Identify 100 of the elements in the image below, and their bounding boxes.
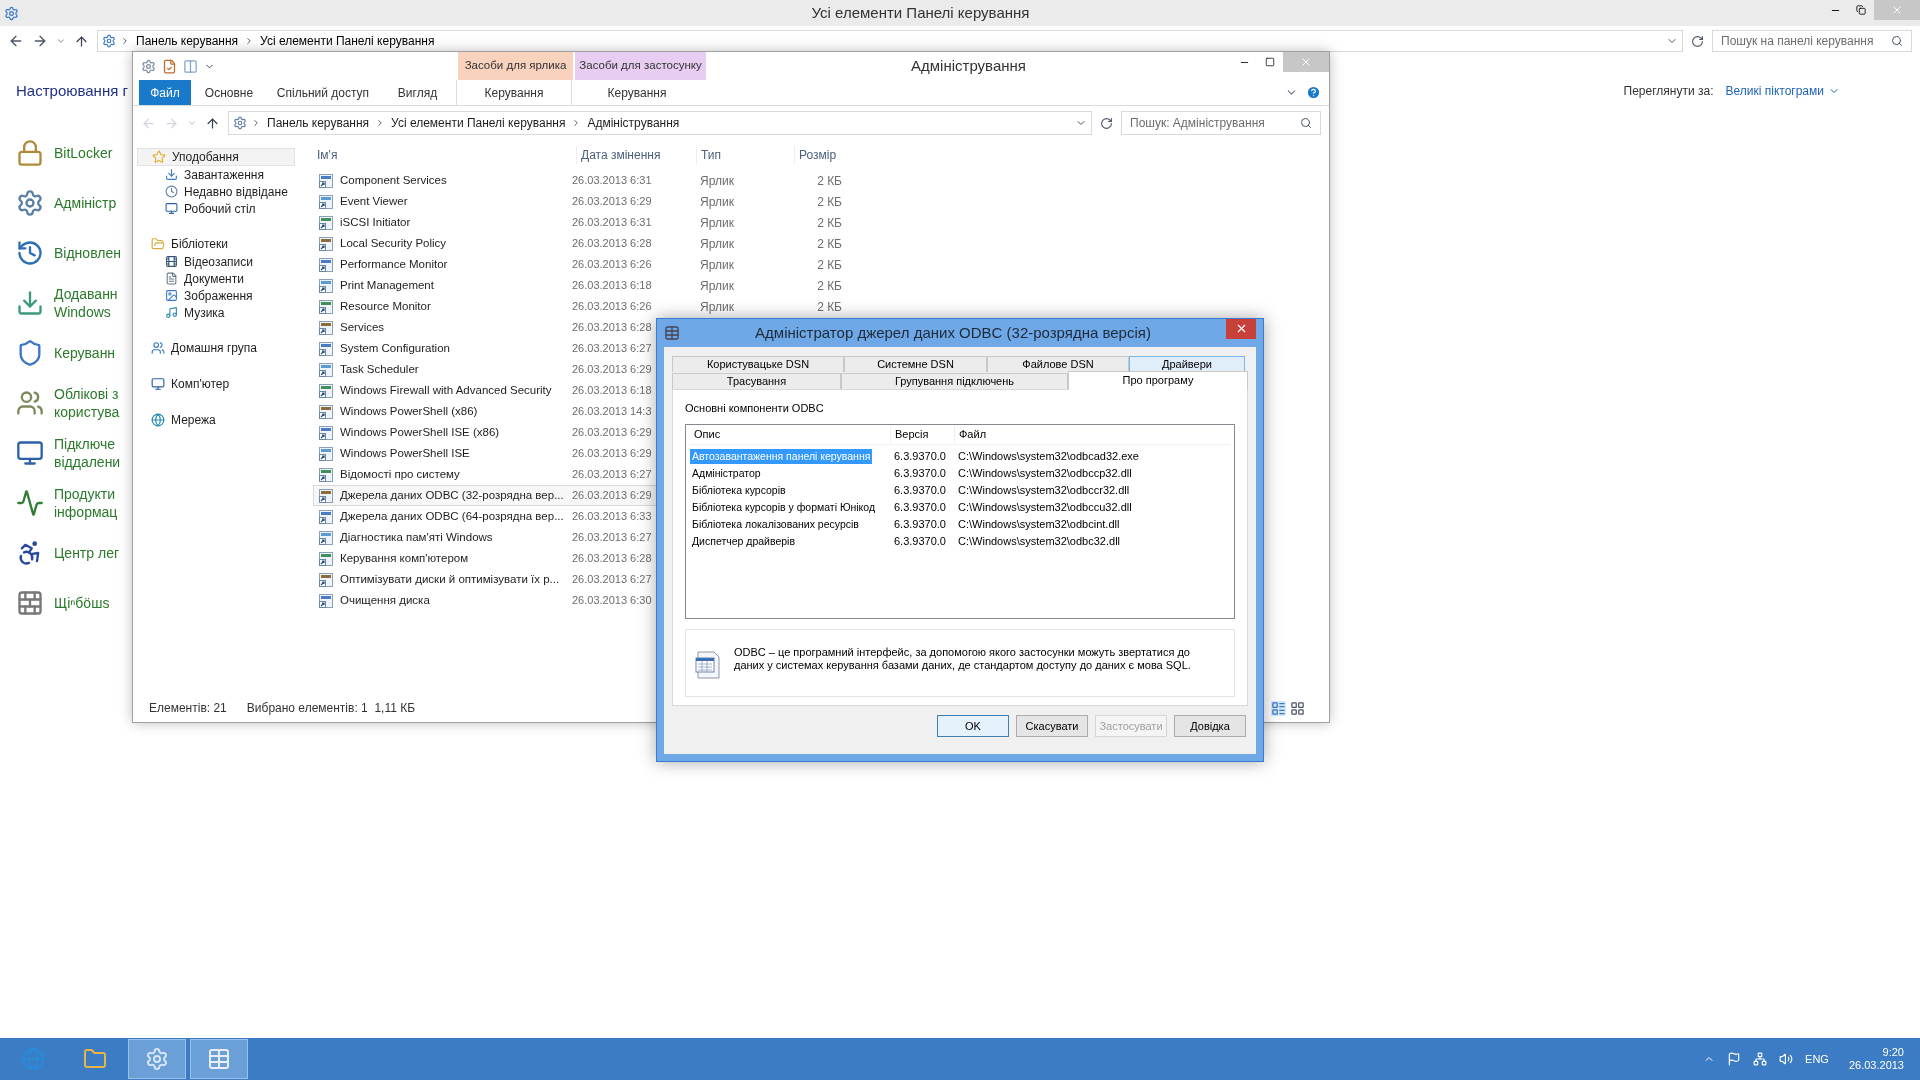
file-name: Event Viewer <box>340 193 408 209</box>
file-date: 26.03.2013 6:18 <box>572 383 653 399</box>
nav-item[interactable]: Мережа <box>137 411 295 429</box>
nav-item[interactable]: Бібліотеки <box>137 235 295 253</box>
control-panel-item[interactable]: Додаванн Windows <box>54 284 118 321</box>
breadcrumb-item[interactable]: Усі елементи Панелі керування <box>258 32 437 50</box>
dialog-tab[interactable]: Системне DSN <box>844 355 987 372</box>
ribbon-tab[interactable]: Керування <box>456 80 571 105</box>
breadcrumb-item[interactable]: Панель керування <box>265 114 372 132</box>
close-button[interactable] <box>1226 318 1256 339</box>
control-panel-item[interactable]: Центр лег <box>54 543 120 562</box>
dialog-tab[interactable]: Про програму <box>1068 370 1248 390</box>
nav-item[interactable]: Музика <box>137 304 295 321</box>
file-cell-text: C:\Windows\system32\odbccu32.dll <box>957 500 1133 515</box>
file-row[interactable]: iSCSI Initiator 26.03.2013 6:31 Ярлик 2 КБ <box>313 212 853 233</box>
shortcut-icon <box>318 571 334 588</box>
shortcut-icon <box>318 298 334 315</box>
file-row[interactable]: Оптимізувати диски й оптимізувати їх р... 26.03.2013 6:27 <box>313 569 853 590</box>
context-tab-header: Засоби для ярлика <box>458 52 573 80</box>
control-panel-item[interactable]: Адміністр <box>54 193 117 212</box>
nav-item[interactable]: Уподобання <box>137 148 295 166</box>
ribbon-tab[interactable]: Основне <box>191 80 267 105</box>
ribbon-tab[interactable]: Керування <box>571 80 702 105</box>
ribbon-tab[interactable]: Файл <box>139 80 191 105</box>
ribbon-tab[interactable]: Вигляд <box>379 80 456 105</box>
dialog-tab[interactable]: Драйвери <box>1129 355 1245 372</box>
nav-item[interactable]: Недавно відвідане <box>137 183 295 200</box>
gear-icon <box>16 188 44 217</box>
refresh-icon <box>1100 116 1113 130</box>
dialog-tab[interactable]: Користувацьке DSN <box>672 355 844 372</box>
dialog-button[interactable]: Скасувати <box>1016 715 1088 737</box>
ribbon-tab[interactable]: Спільний доступ <box>267 80 379 105</box>
nav-item[interactable]: Завантаження <box>137 166 295 183</box>
file-row[interactable]: Очищення диска 26.03.2013 6:30 <box>313 590 853 611</box>
version-cell-text: 6.3.9370.0 <box>893 517 947 532</box>
breadcrumb-item[interactable]: Панель керування <box>134 32 241 50</box>
file-row[interactable]: Керування комп'ютером 26.03.2013 6:28 <box>313 548 853 569</box>
column-header[interactable]: Розмір <box>794 146 856 164</box>
monitor-icon <box>151 377 165 391</box>
column-header[interactable]: Опис <box>690 426 890 443</box>
description-cell[interactable]: Бібліотека локалізованих ресурсів <box>690 517 861 533</box>
dialog-button[interactable]: OK <box>937 715 1009 737</box>
taskbar-button[interactable] <box>190 1039 248 1079</box>
selection-info: Вибрано елементів: 1 1,11 КБ <box>246 700 416 717</box>
file-row[interactable]: Print Management 26.03.2013 6:18 Ярлик 2 КБ <box>313 275 853 296</box>
shortcut-icon <box>318 340 334 357</box>
nav-item[interactable]: Зображення <box>137 287 295 304</box>
file-date: 26.03.2013 6:26 <box>572 257 653 273</box>
clock[interactable]: 9:20 26.03.2013 <box>1848 1046 1904 1072</box>
nav-item[interactable]: Комп'ютер <box>137 375 295 393</box>
control-panel-item[interactable]: Відновлен <box>54 243 121 262</box>
control-panel-item[interactable]: BitLocker <box>54 143 113 162</box>
control-panel-item[interactable]: Облікові з користува <box>54 384 120 421</box>
description-cell[interactable]: Бібліотека курсорів <box>690 483 788 499</box>
column-header[interactable]: Версія <box>890 426 954 443</box>
column-header[interactable]: Дата змінення <box>576 146 696 164</box>
description-cell[interactable]: Адміністратор <box>690 466 763 482</box>
file-row[interactable]: Performance Monitor 26.03.2013 6:26 Ярлик 2 КБ <box>313 254 853 275</box>
nav-item[interactable]: Робочий стіл <box>137 200 295 217</box>
file-row[interactable]: Local Security Policy 26.03.2013 6:28 Ярлик 2 КБ <box>313 233 853 254</box>
column-header[interactable]: Файл <box>954 426 1230 443</box>
language-indicator[interactable]: ENG <box>1805 1050 1829 1068</box>
control-panel-item[interactable]: Щіⁿбöшs <box>54 593 110 612</box>
breadcrumb-item[interactable]: Усі елементи Панелі керування <box>389 114 568 132</box>
address-bar[interactable]: Панель керування Усі елементи Панелі керування Адміністрування <box>228 111 1092 135</box>
shortcut-icon <box>318 445 334 462</box>
maximize-icon <box>1265 57 1275 67</box>
search-field[interactable]: Пошук на панелі керування <box>1712 30 1912 52</box>
column-header[interactable]: Ім'я <box>313 146 576 164</box>
help-icon <box>1306 85 1321 100</box>
control-panel-item[interactable]: Керуванн <box>54 343 116 362</box>
back-icon <box>141 115 156 131</box>
file-size: 2 КБ <box>816 256 842 274</box>
taskbar-button[interactable] <box>128 1039 186 1079</box>
star-icon <box>152 150 166 164</box>
dialog-tab[interactable]: Трасування <box>672 372 841 389</box>
file-row[interactable]: Component Services 26.03.2013 6:31 Ярлик 2 КБ <box>313 170 853 191</box>
breadcrumb-item[interactable]: Адміністрування <box>585 114 682 132</box>
file-date: 26.03.2013 6:27 <box>572 467 653 483</box>
nav-item[interactable]: Домашня група <box>137 339 295 357</box>
search-field[interactable]: Пошук: Адміністрування <box>1121 111 1321 135</box>
nav-item[interactable]: Документи <box>137 270 295 287</box>
dialog-tab[interactable]: Групування підключень <box>841 372 1068 389</box>
view-by-dropdown[interactable]: Великі піктограми <box>1725 82 1840 100</box>
description-cell[interactable]: Диспетчер драйверів <box>690 534 797 550</box>
dialog-tab[interactable]: Файлове DSN <box>987 355 1129 372</box>
dialog-button[interactable]: Довідка <box>1174 715 1246 737</box>
control-panel-item[interactable]: Продукти інформац <box>54 484 118 521</box>
music-icon <box>165 306 178 319</box>
details-view-icon <box>1271 700 1286 716</box>
file-row[interactable]: Event Viewer 26.03.2013 6:29 Ярлик 2 КБ <box>313 191 853 212</box>
file-name: Resource Monitor <box>340 298 431 314</box>
file-row[interactable]: Resource Monitor 26.03.2013 6:26 Ярлик 2 КБ <box>313 296 853 317</box>
nav-item[interactable]: Відеозаписи <box>137 253 295 270</box>
column-header[interactable]: Тип <box>696 146 794 164</box>
control-panel-item[interactable]: Підключе віддалени <box>54 434 121 471</box>
close-icon <box>1300 56 1312 68</box>
file-date: 26.03.2013 6:27 <box>572 341 653 357</box>
version-cell-text: 6.3.9370.0 <box>893 483 947 498</box>
gear-icon <box>141 58 156 74</box>
